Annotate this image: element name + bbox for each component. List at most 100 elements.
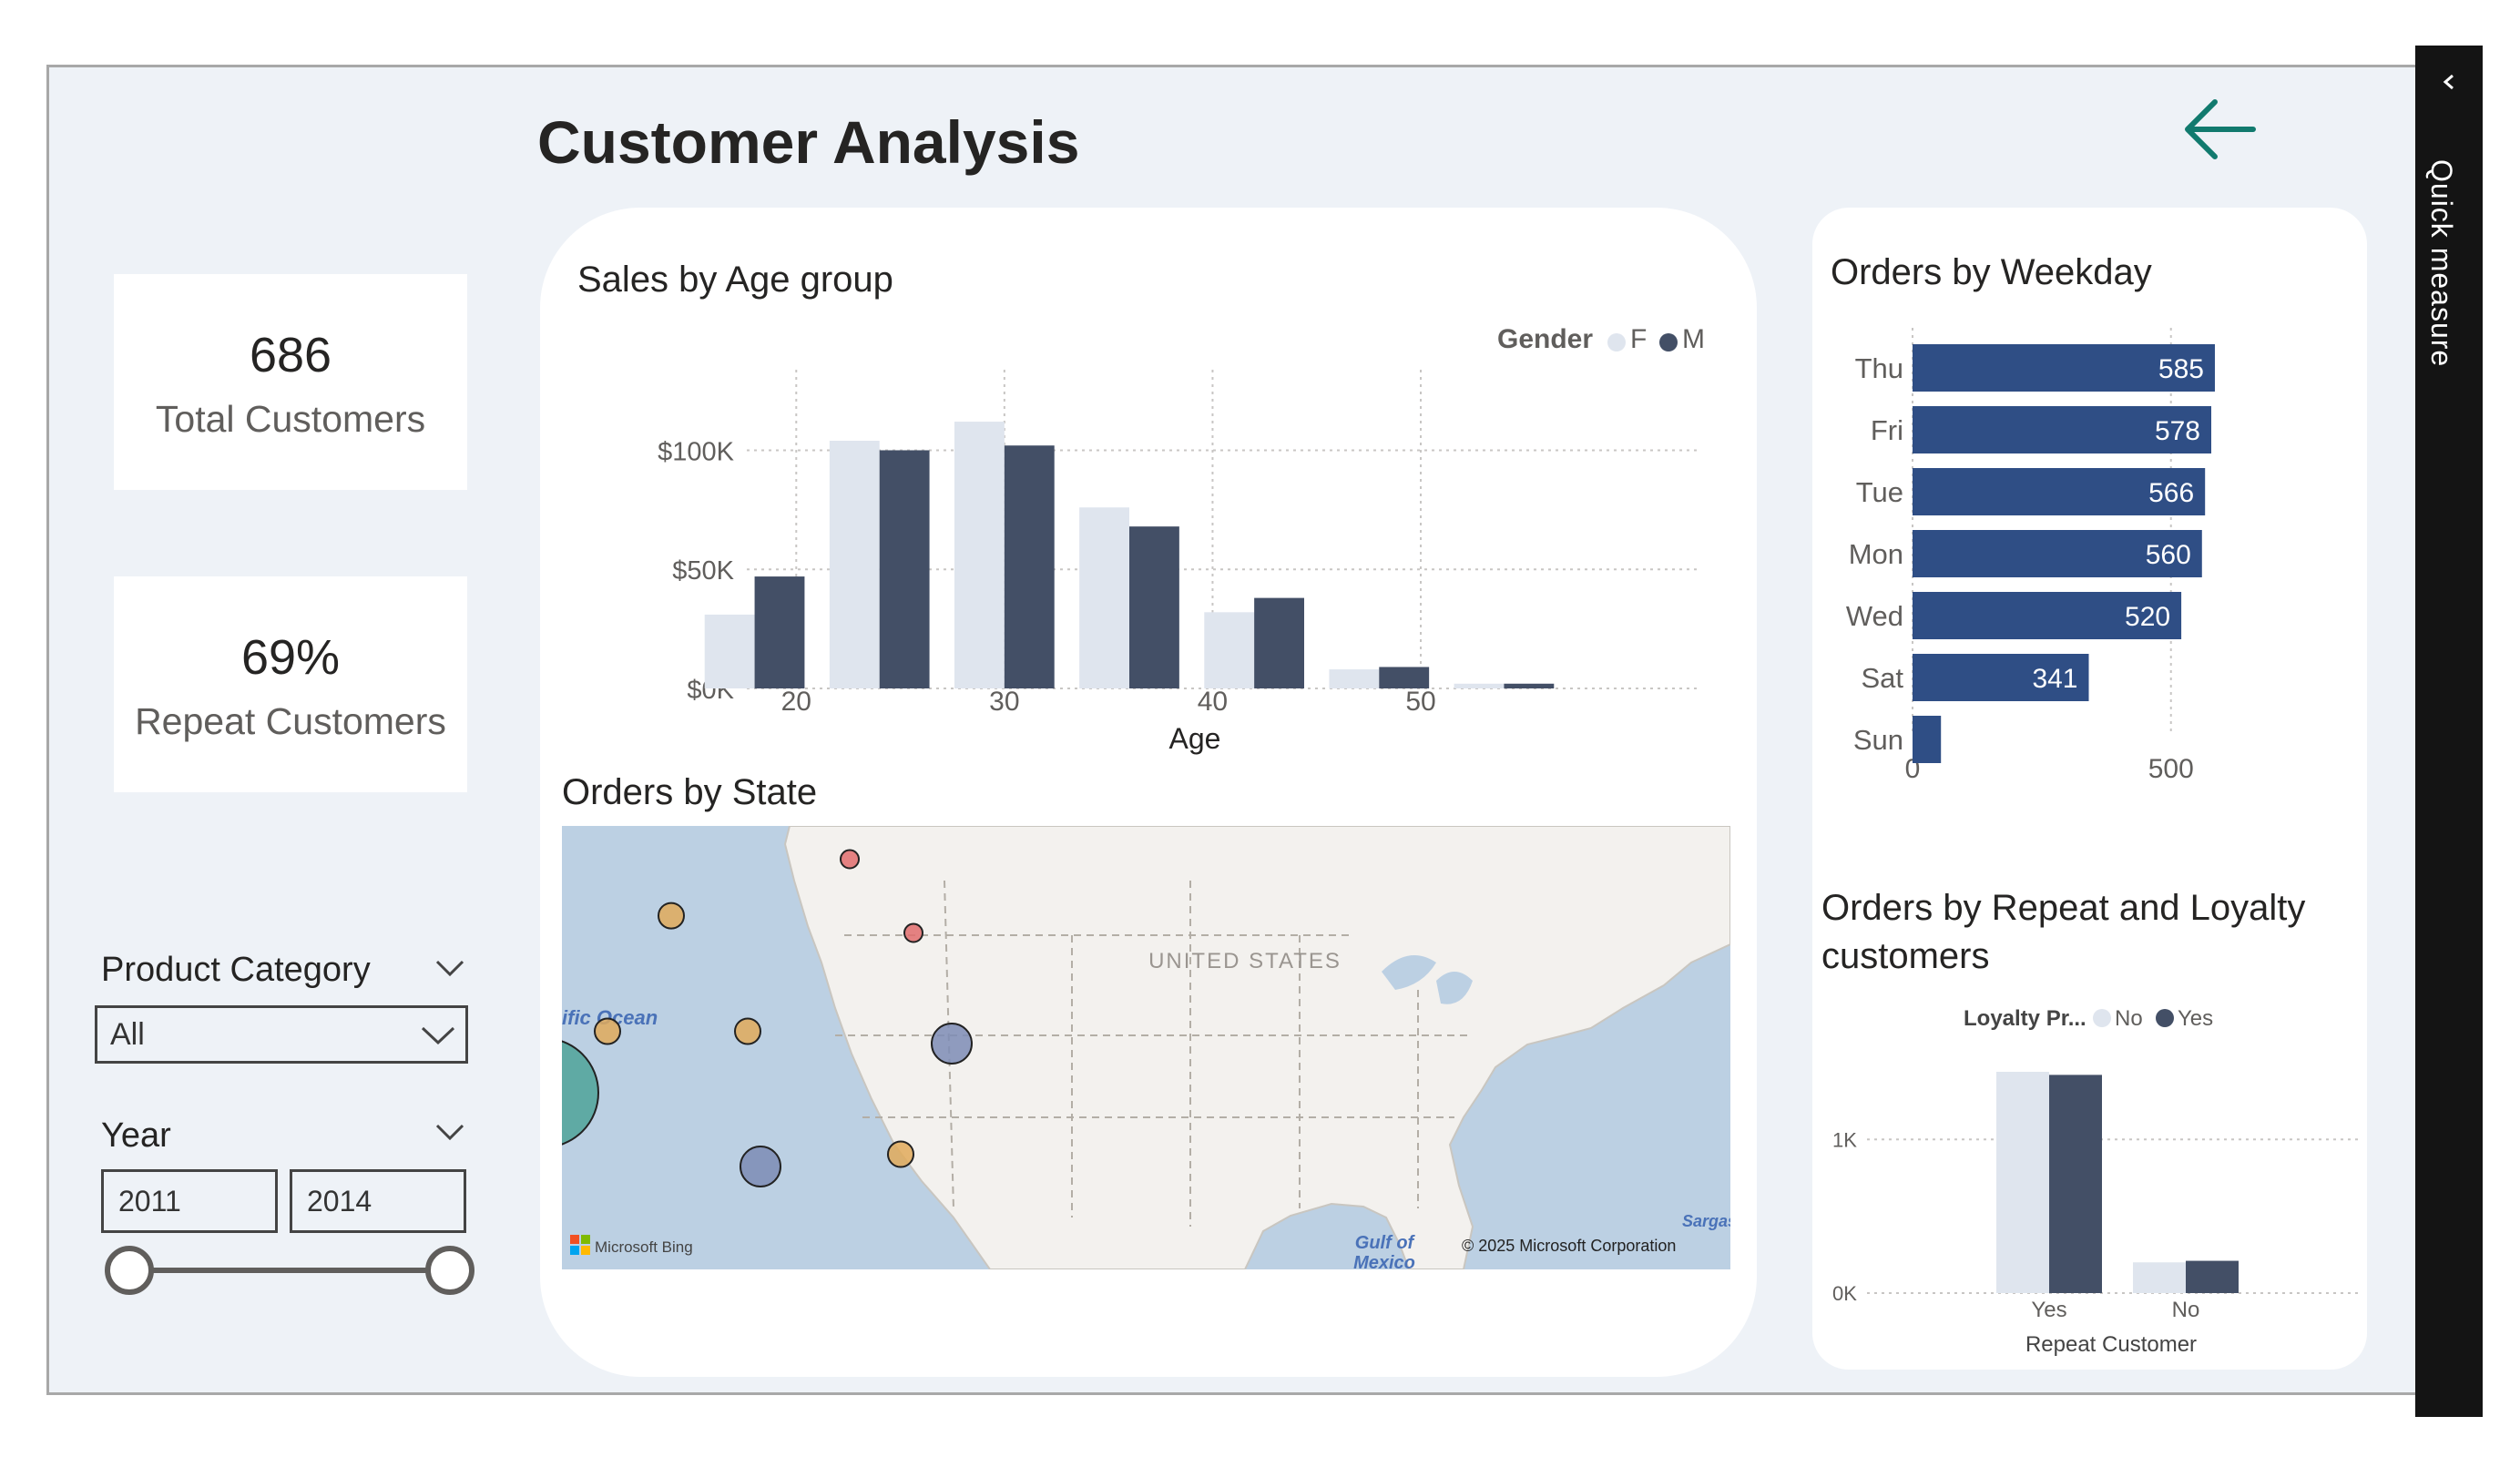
legend-yes-marker [2156,1009,2174,1027]
map-bubble[interactable] [594,1017,621,1045]
data-label: 341 [2032,664,2077,694]
x-tick-label: 30 [989,687,1019,717]
category-label: Sat [1861,662,1903,694]
data-label: 566 [2148,478,2194,508]
bar-m[interactable] [1254,597,1304,688]
chevron-down-icon[interactable] [434,1122,465,1142]
bar-f[interactable] [829,441,880,688]
legend-no-marker [2093,1009,2111,1027]
map-bubble[interactable] [887,1140,914,1168]
map-gulf-label-1: Gulf of [1355,1233,1416,1253]
age-x-axis-label: Age [1169,722,1221,755]
repeat-loyalty-chart: Loyalty Pr... No Yes Repeat Customer 0K 1… [1832,1006,2359,1357]
sales-by-age-title: Sales by Age group [577,260,893,300]
slider-start-handle[interactable] [105,1246,154,1295]
bar-f[interactable] [1204,612,1255,688]
year-label: Year [101,1116,171,1155]
year-to-input[interactable]: 2014 [290,1169,466,1233]
legend-f-marker [1607,333,1626,352]
total-customers-card: 686 Total Customers [114,274,467,490]
data-label: 560 [2146,540,2191,570]
map-bing-label: Microsoft Bing [595,1238,693,1256]
bar-m[interactable] [754,576,805,688]
product-category-dropdown[interactable]: All [95,1005,468,1064]
y-tick-label: $50K [672,556,734,586]
bar-f[interactable] [1329,669,1380,688]
category-label: Fri [1871,414,1903,446]
category-label: Mon [1849,538,1903,570]
product-category-selected: All [110,1017,145,1052]
age-legend-title: Gender [1497,324,1593,354]
repeat-customers-card: 69% Repeat Customers [114,576,467,792]
y-tick-label: $100K [658,437,735,466]
repeat-customers-value: 69% [240,630,341,685]
sales-by-age-chart: Gender F M Age $0K$50K$100K 20 30 40 50 [658,324,1705,755]
map-sargasso-label: Sargasso [1682,1212,1730,1230]
y-tick-label: 0K [1832,1282,1857,1305]
x-tick-label: 500 [2148,754,2194,784]
product-category-label: Product Category [101,951,371,989]
year-range-slider[interactable] [100,1240,483,1300]
repeat-x-axis-label: Repeat Customer [2025,1332,2197,1357]
bar-m[interactable] [1504,683,1555,688]
orders-by-weekday-chart: 0 500 Thu 585Fri 578Tue 566Mon 560Wed 520Sat 34… [1846,328,2215,784]
bar-no-yes[interactable] [2186,1260,2239,1293]
x-tick-label: Yes [2031,1298,2066,1322]
data-label: 578 [2155,416,2200,446]
chevron-down-icon[interactable] [434,958,465,978]
quick-measure-pane[interactable]: Quick measure [2415,46,2483,1417]
repeat-customers-label: Repeat Customers [135,700,446,742]
category-label: Sun [1853,724,1903,756]
year-from-input[interactable]: 2011 [101,1169,278,1233]
legend-f-label: F [1630,324,1647,354]
repeat-loyalty-title-line2: customers [1821,936,1990,976]
total-customers-label: Total Customers [155,398,426,440]
repeat-loyalty-title-line1: Orders by Repeat and Loyalty [1821,888,2306,928]
orders-by-state-map[interactable]: ific Ocean UNITED STATES Gulf of Mexico … [562,826,1730,1269]
slider-end-handle[interactable] [425,1246,474,1295]
map-bubble[interactable] [931,1023,973,1065]
bar-f[interactable] [704,614,755,688]
y-tick-label: 1K [1832,1128,1857,1151]
map-bubble[interactable] [734,1017,761,1045]
bar-yes-no[interactable] [1996,1072,2049,1293]
back-arrow-icon[interactable] [2177,91,2264,168]
legend-no-label: No [2115,1006,2143,1031]
bar-f[interactable] [1079,507,1129,688]
bar-f[interactable] [1454,683,1505,688]
bar-yes-yes[interactable] [2049,1075,2102,1293]
page-title: Customer Analysis [537,108,1080,176]
bar-no-no[interactable] [2133,1262,2186,1293]
bar-m[interactable] [1379,667,1430,688]
map-country-label: UNITED STATES [1148,949,1342,973]
category-label: Thu [1855,352,1903,384]
bar-f[interactable] [954,422,1005,688]
quick-measure-label: Quick measure [2425,159,2458,368]
category-label: Wed [1846,600,1903,632]
x-tick-label: 20 [781,687,811,717]
x-tick-label: 50 [1405,687,1435,717]
map-bubble[interactable] [840,849,860,870]
map-copyright: © 2025 Microsoft Corporation [1462,1237,1676,1255]
map-bubble[interactable] [658,902,685,930]
chevron-left-icon[interactable] [2440,73,2458,91]
legend-yes-label: Yes [2178,1006,2213,1031]
loyalty-legend-title: Loyalty Pr... [1964,1006,2086,1031]
bar-m[interactable] [1004,445,1055,688]
legend-m-label: M [1682,324,1705,354]
map-bubble[interactable] [903,922,923,943]
bar-m[interactable] [879,450,930,688]
x-tick-label: No [2172,1298,2200,1322]
bar-m[interactable] [1129,526,1179,688]
bar-sun[interactable] [1913,716,1942,763]
category-label: Tue [1856,476,1903,508]
map-bubble[interactable] [740,1146,781,1187]
chevron-down-icon [421,1026,455,1045]
orders-by-state-title: Orders by State [562,772,818,812]
x-tick-label: 40 [1198,687,1228,717]
legend-m-marker [1659,333,1678,352]
data-label: 520 [2125,602,2170,632]
map-gulf-label-2: Mexico [1353,1253,1415,1269]
orders-by-weekday-title: Orders by Weekday [1831,252,2152,292]
total-customers-value: 686 [249,328,332,382]
